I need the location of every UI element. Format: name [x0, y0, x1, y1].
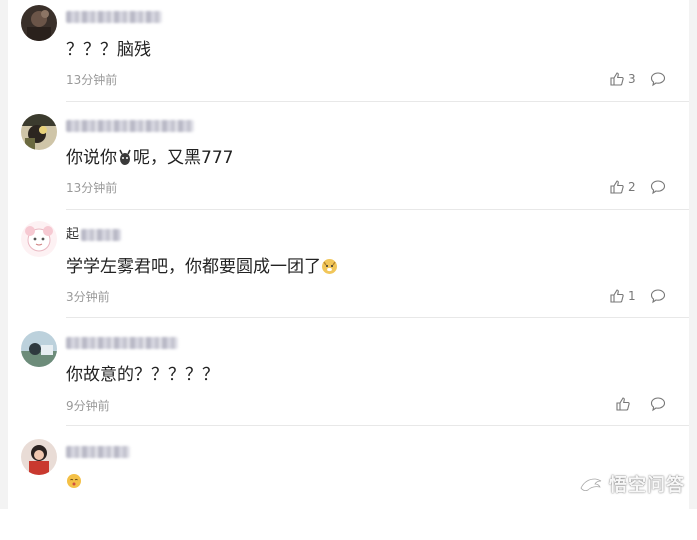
- comment-item: 起 学学左雾君吧，你都要圆成一团了 3分钟前 1: [8, 216, 689, 324]
- like-count: 2: [628, 180, 636, 194]
- username[interactable]: 起: [66, 227, 122, 242]
- comment-text: ？？？脑残: [66, 40, 151, 60]
- comment-bubble-icon: [650, 397, 666, 412]
- comment-text: [66, 470, 82, 495]
- like-button[interactable]: [616, 396, 634, 412]
- like-count: 1: [628, 289, 636, 303]
- wukong-logo-icon: [580, 478, 602, 491]
- blurred-username: [66, 445, 130, 458]
- avatar[interactable]: [21, 331, 57, 367]
- comment-time: 13分钟前: [66, 181, 118, 195]
- thumbs-up-icon: [610, 180, 624, 194]
- cute-emoji-icon: [66, 473, 82, 495]
- reply-button[interactable]: [650, 288, 666, 304]
- divider: [66, 425, 689, 426]
- divider: [66, 209, 689, 210]
- like-button[interactable]: 1: [610, 288, 636, 304]
- watermark-text: 悟空问答: [609, 475, 685, 496]
- blurred-username: [66, 119, 194, 132]
- avatar[interactable]: [21, 114, 57, 150]
- blurred-username: [81, 228, 122, 241]
- username[interactable]: [66, 10, 162, 24]
- comment-text-content: 学学左雾君吧，你都要圆成一团了: [66, 257, 321, 277]
- like-button[interactable]: 3: [610, 71, 636, 87]
- comment-bubble-icon: [650, 72, 666, 87]
- left-margin: [0, 0, 8, 509]
- comment-text: 你故意的？？？？？: [66, 365, 219, 385]
- comment-item: ？？？脑残 13分钟前 3: [8, 0, 689, 108]
- reply-button[interactable]: [650, 71, 666, 87]
- watermark: 悟空问答: [579, 471, 685, 497]
- comment-bubble-icon: [650, 180, 666, 195]
- avatar[interactable]: [21, 439, 57, 475]
- username-text: 起: [66, 227, 80, 242]
- reply-button[interactable]: [650, 179, 666, 195]
- divider: [66, 101, 689, 102]
- comment-text: 你说你 呢，又黑777: [66, 147, 233, 172]
- comment-item: 你故意的？？？？？ 9分钟前: [8, 324, 689, 432]
- reply-button[interactable]: [650, 396, 666, 412]
- devil-emoji-icon: [117, 148, 133, 172]
- thumbs-up-icon: [610, 289, 624, 303]
- blurred-username: [66, 10, 162, 23]
- username[interactable]: [66, 119, 194, 133]
- comment-time: 9分钟前: [66, 399, 110, 413]
- like-button[interactable]: 2: [610, 179, 636, 195]
- blurred-username: [66, 336, 178, 349]
- comment-bubble-icon: [650, 289, 666, 304]
- comment-item: 你说你 呢，又黑777 13分钟前 2: [8, 108, 689, 216]
- avatar[interactable]: [21, 221, 57, 257]
- thumbs-up-icon: [616, 397, 630, 411]
- comment-time: 13分钟前: [66, 73, 118, 87]
- right-margin: [689, 0, 697, 509]
- username[interactable]: [66, 336, 178, 350]
- comment-text-after: 呢，又黑777: [133, 148, 234, 168]
- comment-time: 3分钟前: [66, 290, 110, 304]
- comment-text: 学学左雾君吧，你都要圆成一团了: [66, 256, 338, 281]
- comment-text-before: 你说你: [66, 148, 117, 168]
- like-count: 3: [628, 72, 636, 86]
- thumbs-up-icon: [610, 72, 624, 86]
- doge-emoji-icon: [321, 258, 338, 281]
- divider: [66, 317, 689, 318]
- username[interactable]: [66, 445, 130, 459]
- avatar[interactable]: [21, 5, 57, 41]
